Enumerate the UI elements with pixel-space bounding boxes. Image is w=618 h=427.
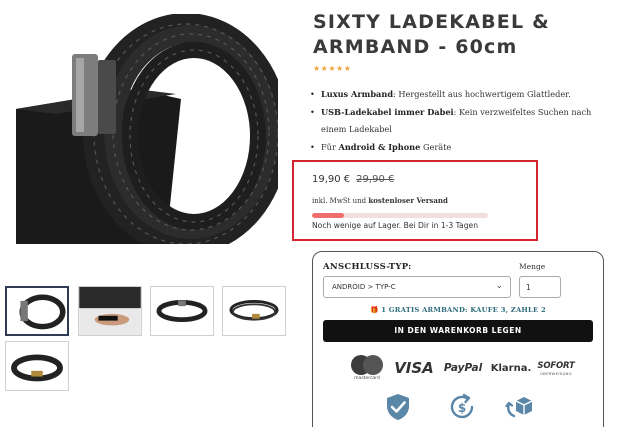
thumbnail-1[interactable] (5, 286, 69, 336)
thumbnail-4[interactable] (222, 286, 286, 336)
feature-item: Für Android & Iphone Geräte (310, 139, 600, 157)
connection-type-select[interactable]: ANDROID > TYP-C ⌄ (323, 276, 511, 298)
product-title: SIXTY LADEKABEL & ARMBAND - 60cm (313, 11, 550, 58)
free-shipping-label: kostenloser Versand (368, 196, 448, 205)
quantity-label: Menge (519, 262, 546, 271)
thumbnail-2[interactable] (78, 286, 142, 336)
current-price: 19,90 € (312, 174, 351, 185)
price: 19,90 € 29,90 € (312, 174, 394, 185)
sofort-logo: SOFORT ÜBERWEISUNG (537, 360, 575, 376)
thumbnail-image (6, 342, 68, 390)
feature-item: USB-Ladekabel immer Dabei: Kein verzweif… (310, 104, 600, 139)
connection-type-label: ANSCHLUSS-TYP: (323, 262, 412, 272)
feature-list: Luxus Armband: Hergestellt aus hochwerti… (310, 86, 600, 156)
svg-text:$: $ (458, 401, 466, 415)
money-back-icon: $ (447, 392, 477, 422)
add-to-cart-button[interactable]: IN DEN WARENKORB LEGEN (323, 320, 593, 342)
stock-level-bar (312, 213, 488, 218)
thumbnail-image (151, 287, 213, 335)
braided-cable-bracelet-image (16, 14, 278, 244)
price-box: 19,90 € 29,90 € inkl. MwSt und kostenlose… (292, 160, 538, 241)
thumbnail-5[interactable] (5, 341, 69, 391)
payment-methods: mastercard VISA PayPal Klarna. SOFORT ÜB… (347, 352, 577, 384)
old-price: 29,90 € (356, 174, 395, 185)
feature-item: Luxus Armband: Hergestellt aus hochwerti… (310, 86, 600, 104)
visa-logo: VISA (394, 359, 434, 377)
stock-level-fill (312, 213, 344, 218)
klarna-logo: Klarna. (490, 362, 532, 374)
chevron-down-icon: ⌄ (495, 281, 503, 291)
bundle-promo-text: 🎁 1 GRATIS ARMBAND: KAUFE 3, ZAHLE 2 (370, 306, 546, 314)
mastercard-logo: mastercard (347, 352, 387, 384)
main-product-image[interactable] (16, 14, 278, 244)
thumbnail-image (7, 288, 67, 334)
thumbnail-image (223, 287, 285, 335)
tax-shipping-info: inkl. MwSt und kostenloser Versand (312, 196, 448, 205)
paypal-logo: PayPal (443, 362, 483, 374)
shield-check-icon (383, 392, 413, 422)
thumbnail-3[interactable] (150, 286, 214, 336)
thumbnail-image (79, 287, 141, 335)
stock-status-text: Noch wenige auf Lager. Bei Dir in 1-3 Ta… (312, 221, 479, 230)
purchase-card: ANSCHLUSS-TYP: Menge ANDROID > TYP-C ⌄ 1… (312, 251, 604, 427)
star-rating[interactable]: ★★★★★ (313, 64, 351, 73)
quantity-input[interactable]: 1 (519, 276, 561, 298)
package-return-icon (505, 392, 535, 422)
